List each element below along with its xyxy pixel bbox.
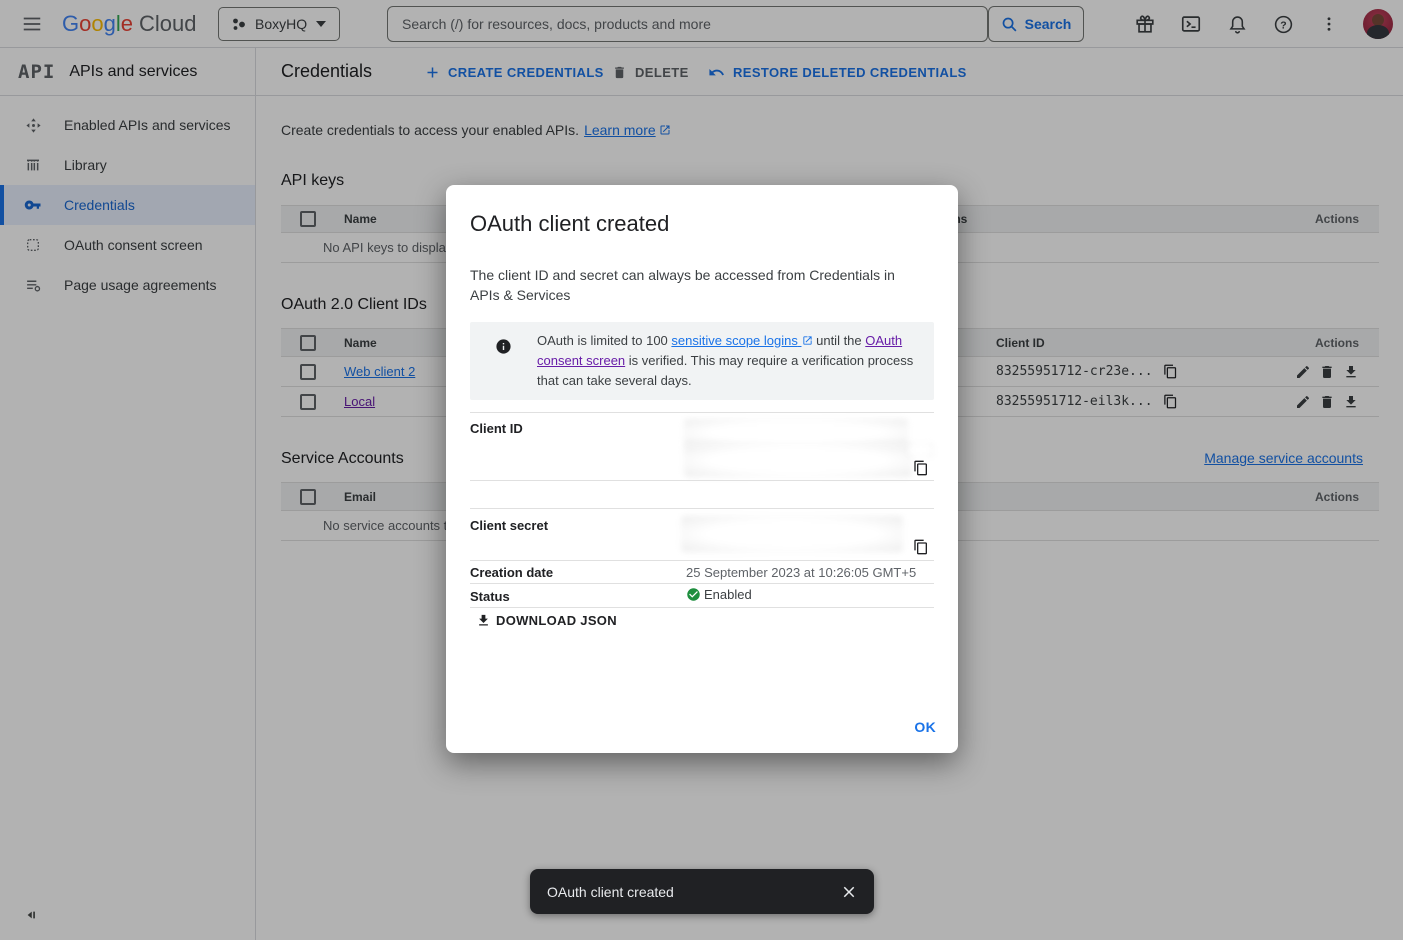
info-text-pre: OAuth is limited to 100 bbox=[537, 333, 671, 348]
copy-client-secret-icon[interactable] bbox=[913, 539, 929, 555]
ok-button[interactable]: OK bbox=[914, 719, 936, 735]
redacted-client-id-value bbox=[684, 444, 912, 477]
divider bbox=[470, 560, 934, 561]
divider bbox=[470, 412, 934, 413]
divider bbox=[470, 508, 934, 509]
copy-client-id-icon[interactable] bbox=[913, 460, 929, 476]
toast-notification: OAuth client created bbox=[530, 869, 874, 914]
client-id-label: Client ID bbox=[470, 421, 523, 436]
creation-date-value: 25 September 2023 at 10:26:05 GMT+5 bbox=[686, 565, 916, 580]
info-text: OAuth is limited to 100 sensitive scope … bbox=[537, 331, 917, 391]
oauth-client-created-dialog: OAuth client created The client ID and s… bbox=[446, 185, 958, 753]
divider bbox=[470, 607, 934, 608]
download-icon bbox=[476, 613, 491, 628]
status-value: Enabled bbox=[686, 587, 752, 602]
redacted-client-secret-value bbox=[681, 516, 903, 552]
info-icon bbox=[495, 338, 512, 355]
divider bbox=[470, 480, 934, 481]
toast-message: OAuth client created bbox=[547, 884, 840, 900]
dialog-title: OAuth client created bbox=[470, 211, 669, 237]
page-root: Google Cloud BoxyHQ Search ? bbox=[0, 0, 1403, 940]
dialog-description: The client ID and secret can always be a… bbox=[470, 265, 915, 305]
sensitive-scope-logins-label: sensitive scope logins bbox=[671, 333, 797, 348]
status-label: Status bbox=[470, 589, 510, 604]
download-json-button[interactable]: DOWNLOAD JSON bbox=[476, 613, 617, 628]
info-text-mid: until the bbox=[813, 333, 866, 348]
client-secret-label: Client secret bbox=[470, 518, 548, 533]
divider bbox=[470, 583, 934, 584]
sensitive-scope-logins-link[interactable]: sensitive scope logins bbox=[671, 333, 812, 348]
redacted-client-id-value bbox=[684, 419, 908, 446]
creation-date-label: Creation date bbox=[470, 565, 553, 580]
status-text: Enabled bbox=[704, 587, 752, 602]
redacted-client-id-value bbox=[908, 443, 934, 457]
download-json-label: DOWNLOAD JSON bbox=[496, 613, 617, 628]
external-link-icon bbox=[802, 335, 813, 346]
close-icon[interactable] bbox=[840, 883, 858, 901]
check-circle-icon bbox=[686, 587, 701, 602]
info-banner: OAuth is limited to 100 sensitive scope … bbox=[470, 322, 934, 400]
